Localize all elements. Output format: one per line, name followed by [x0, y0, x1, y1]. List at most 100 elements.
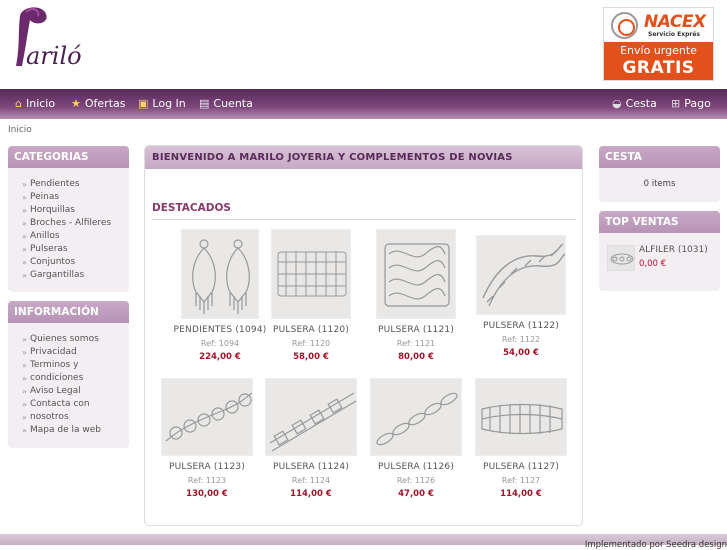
product-card[interactable]: PENDIENTES (1094) Ref: 1094 224,00 € [170, 229, 270, 362]
information-title: INFORMACIÓN [8, 301, 129, 323]
info-terminos[interactable]: Terminos y [22, 359, 129, 372]
product-price: 224,00 € [199, 352, 241, 362]
footer-credit[interactable]: Implementado por Seedra design [585, 540, 727, 550]
product-name[interactable]: PULSERA (1126) [366, 462, 466, 472]
product-price: 47,00 € [398, 489, 434, 499]
product-image[interactable] [370, 378, 462, 456]
categories-box: CATEGORIAS Pendientes Peinas Horquillas … [8, 146, 129, 292]
category-pulseras[interactable]: Pulseras [22, 243, 129, 256]
top-sales-title: TOP VENTAS [599, 211, 720, 233]
nav-login-label: Log In [152, 97, 186, 110]
target-icon [611, 12, 638, 39]
account-card-icon: ▤ [199, 97, 210, 110]
categories-list: Pendientes Peinas Horquillas Broches - A… [8, 168, 129, 282]
product-card[interactable]: PULSERA (1121) Ref: 1121 80,00 € [366, 229, 466, 362]
top-sales-item-name[interactable]: ALFILER (1031) [639, 245, 708, 255]
product-image[interactable] [181, 229, 259, 319]
featured-title: DESTACADOS [152, 202, 576, 220]
product-name[interactable]: PULSERA (1120) [261, 325, 361, 335]
product-card[interactable]: PULSERA (1123) Ref: 1123 130,00 € [157, 378, 257, 499]
marilo-logo[interactable]: ariló [12, 6, 102, 86]
category-gargantillas[interactable]: Gargantillas [22, 269, 129, 282]
cart-item-count: 0 items [643, 179, 676, 189]
cart-icon: ⊞ [671, 97, 681, 110]
nav-ofertas[interactable]: ★ Ofertas [71, 97, 125, 110]
info-privacidad[interactable]: Privacidad [22, 346, 129, 359]
nav-cuenta-label: Cuenta [213, 97, 253, 110]
cart-title[interactable]: CESTA [599, 146, 720, 168]
product-ref: Ref: 1094 [200, 339, 240, 348]
product-ref: Ref: 1122 [501, 335, 541, 344]
categories-title: CATEGORIAS [8, 146, 129, 168]
product-price: 114,00 € [290, 489, 332, 499]
category-peinas[interactable]: Peinas [22, 191, 129, 204]
category-horquillas[interactable]: Horquillas [22, 204, 129, 217]
product-image[interactable] [475, 378, 567, 456]
product-price: 130,00 € [186, 489, 228, 499]
nacex-subtitle: Servicio Exprés [648, 31, 701, 38]
site-header: ariló NACEX Servicio Exprés Envío urgent… [0, 0, 727, 90]
product-image[interactable] [271, 229, 351, 319]
product-image[interactable] [376, 229, 456, 319]
nav-login[interactable]: ▣ Log In [138, 97, 186, 110]
nav-cuenta[interactable]: ▤ Cuenta [199, 97, 253, 110]
product-ref: Ref: 1120 [291, 339, 331, 348]
product-name[interactable]: PULSERA (1121) [366, 325, 466, 335]
product-name[interactable]: PENDIENTES (1094) [170, 325, 270, 335]
nav-inicio-label: Inicio [25, 97, 56, 110]
shipping-offer-line1: Envío urgente [620, 44, 697, 57]
category-broches[interactable]: Broches - Alfileres [22, 217, 129, 230]
nav-cesta-label: Cesta [625, 97, 657, 110]
nav-inicio[interactable]: ⌂ Inicio [15, 97, 55, 110]
nacex-free-shipping-banner[interactable]: NACEX Servicio Exprés Envío urgente GRAT… [603, 7, 714, 81]
product-image[interactable] [476, 235, 566, 315]
shipping-offer-line2: GRATIS [622, 58, 695, 78]
nav-pago-label: Pago [684, 97, 711, 110]
product-card[interactable]: PULSERA (1124) Ref: 1124 114,00 € [261, 378, 361, 499]
home-icon: ⌂ [15, 97, 22, 110]
top-sales-box: TOP VENTAS ALFILER (1031) 0,00 € [599, 211, 720, 291]
welcome-title: BIENVENIDO A MARILO JOYERIA Y COMPLEMENT… [145, 146, 582, 169]
shipping-offer: Envío urgente GRATIS [604, 42, 713, 80]
category-anillos[interactable]: Anillos [22, 230, 129, 243]
lock-icon: ▣ [138, 97, 149, 110]
info-quienes-somos[interactable]: Quienes somos [22, 333, 129, 346]
info-terminos-cont[interactable]: condiciones [22, 372, 129, 385]
product-name[interactable]: PULSERA (1123) [157, 462, 257, 472]
nav-ofertas-label: Ofertas [84, 97, 126, 110]
product-image[interactable] [265, 378, 357, 456]
product-ref: Ref: 1124 [291, 476, 331, 485]
product-ref: Ref: 1123 [187, 476, 227, 485]
basket-icon: ◒ [612, 97, 622, 110]
nacex-header: NACEX Servicio Exprés [604, 8, 713, 42]
top-sales-thumbnail[interactable] [607, 245, 635, 271]
product-price: 80,00 € [398, 352, 434, 362]
product-card[interactable]: PULSERA (1126) Ref: 1126 47,00 € [366, 378, 466, 499]
product-name[interactable]: PULSERA (1124) [261, 462, 361, 472]
breadcrumb[interactable]: Inicio [8, 125, 32, 135]
category-pendientes[interactable]: Pendientes [22, 178, 129, 191]
main-content: BIENVENIDO A MARILO JOYERIA Y COMPLEMENT… [144, 145, 583, 526]
info-contacta[interactable]: Contacta con [22, 398, 129, 411]
info-contacta-cont[interactable]: nosotros [22, 411, 129, 424]
cart-box: CESTA 0 items [599, 146, 720, 202]
product-price: 114,00 € [500, 489, 542, 499]
product-ref: Ref: 1126 [396, 476, 436, 485]
product-name[interactable]: PULSERA (1127) [471, 462, 571, 472]
info-aviso-legal[interactable]: Aviso Legal [22, 385, 129, 398]
nav-pago[interactable]: ⊞ Pago [671, 97, 711, 110]
product-ref: Ref: 1121 [396, 339, 436, 348]
nav-cesta[interactable]: ◒ Cesta [612, 97, 657, 110]
svg-text:ariló: ariló [26, 42, 82, 70]
product-card[interactable]: PULSERA (1127) Ref: 1127 114,00 € [471, 378, 571, 499]
nacex-brand: NACEX [644, 12, 706, 32]
top-sales-item-price: 0,00 € [639, 259, 667, 269]
top-sales-item[interactable]: ALFILER (1031) 0,00 € [599, 233, 720, 283]
product-card[interactable]: PULSERA (1122) Ref: 1122 54,00 € [471, 229, 571, 358]
product-image[interactable] [161, 378, 253, 456]
category-conjuntos[interactable]: Conjuntos [22, 256, 129, 269]
main-navigation: ⌂ Inicio ★ Ofertas ▣ Log In ▤ Cuenta ◒ C… [0, 89, 727, 119]
product-name[interactable]: PULSERA (1122) [471, 321, 571, 331]
info-mapa-web[interactable]: Mapa de la web [22, 424, 129, 437]
product-card[interactable]: PULSERA (1120) Ref: 1120 58,00 € [261, 229, 361, 362]
